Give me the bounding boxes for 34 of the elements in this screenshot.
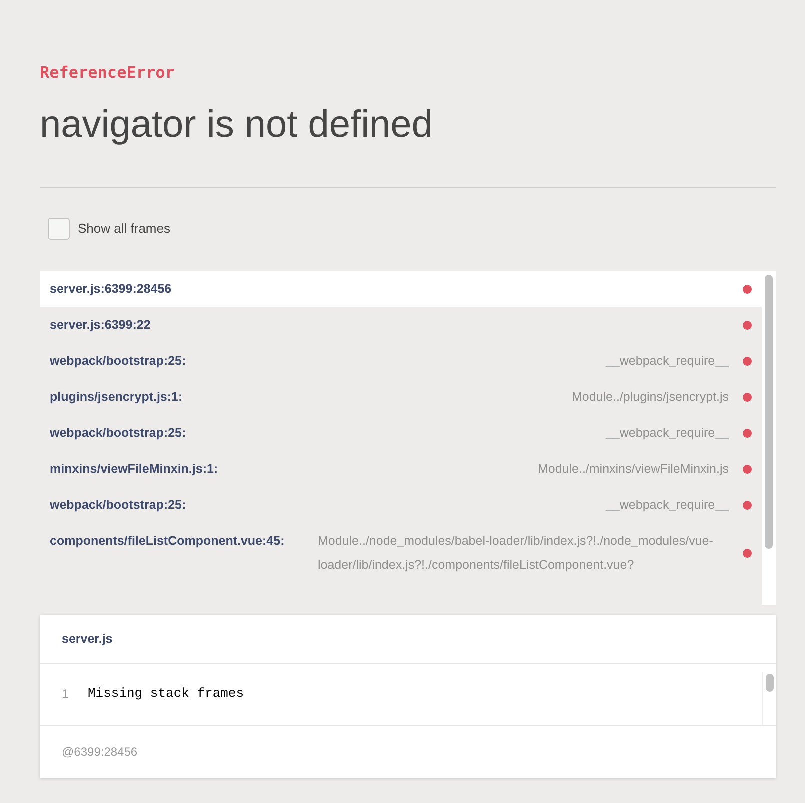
scrollbar-track[interactable] xyxy=(762,672,776,725)
scrollbar-thumb[interactable] xyxy=(765,275,773,549)
stack-frame-row[interactable]: webpack/bootstrap:25: __webpack_require__ xyxy=(40,487,762,523)
frame-function: Module../minxins/viewFileMinxin.js xyxy=(536,461,729,478)
error-type: ReferenceError xyxy=(40,62,176,84)
frame-function: __webpack_require__ xyxy=(604,353,729,370)
frame-file: plugins/jsencrypt.js:1: xyxy=(50,389,183,406)
frame-file: webpack/bootstrap:25: xyxy=(50,497,186,514)
scrollbar-track[interactable] xyxy=(762,271,776,605)
frame-file: webpack/bootstrap:25: xyxy=(50,353,186,370)
scrollbar-thumb[interactable] xyxy=(766,674,774,692)
code-line: Missing stack frames xyxy=(88,685,244,703)
frame-function: Module../node_modules/babel-loader/lib/index.js?!./node_modules/vue-loader/lib/index.js?!./components/fileListComponent.vue? xyxy=(317,533,714,574)
stack-frame-row[interactable]: plugins/jsencrypt.js:1: Module../plugins/jsencrypt.js xyxy=(40,379,762,415)
frame-file: minxins/viewFileMinxin.js:1: xyxy=(50,461,218,478)
stack-frame-row[interactable]: server.js:6399:22 xyxy=(40,307,762,343)
code-location: @6399:28456 xyxy=(62,745,138,759)
line-number: 1 xyxy=(62,686,70,703)
frame-file: components/fileListComponent.vue:45: xyxy=(50,533,285,550)
frame-function: __webpack_require__ xyxy=(604,497,729,514)
stack-frame-row[interactable]: minxins/viewFileMinxin.js:1: Module../minxins/viewFileMinxin.js xyxy=(40,451,762,487)
stack-frame-row[interactable]: components/fileListComponent.vue:45: Module../node_modules/babel-loader/lib/index.js?!./node_modules/vue-loader/lib/index.js?!./components/fileListComponent.vue? xyxy=(40,523,762,583)
stack-frame-row[interactable]: webpack/bootstrap:25: __webpack_require__ xyxy=(40,343,762,379)
error-message: navigator is not defined xyxy=(40,103,434,148)
show-frames-checkbox[interactable] xyxy=(48,218,70,240)
frame-file: server.js:6399:28456 xyxy=(50,281,172,298)
code-file-name: server.js xyxy=(62,632,113,646)
frame-file: server.js:6399:22 xyxy=(50,317,151,334)
frame-function: __webpack_require__ xyxy=(604,425,729,442)
stack-frame-row[interactable]: server.js:6399:28456 xyxy=(40,271,762,307)
frame-function: Module../plugins/jsencrypt.js xyxy=(570,389,729,406)
checkbox-label: Show all frames xyxy=(78,220,170,238)
stack-frame-row[interactable]: webpack/bootstrap:25: __webpack_require__ xyxy=(40,415,762,451)
frame-file: webpack/bootstrap:25: xyxy=(50,425,186,442)
